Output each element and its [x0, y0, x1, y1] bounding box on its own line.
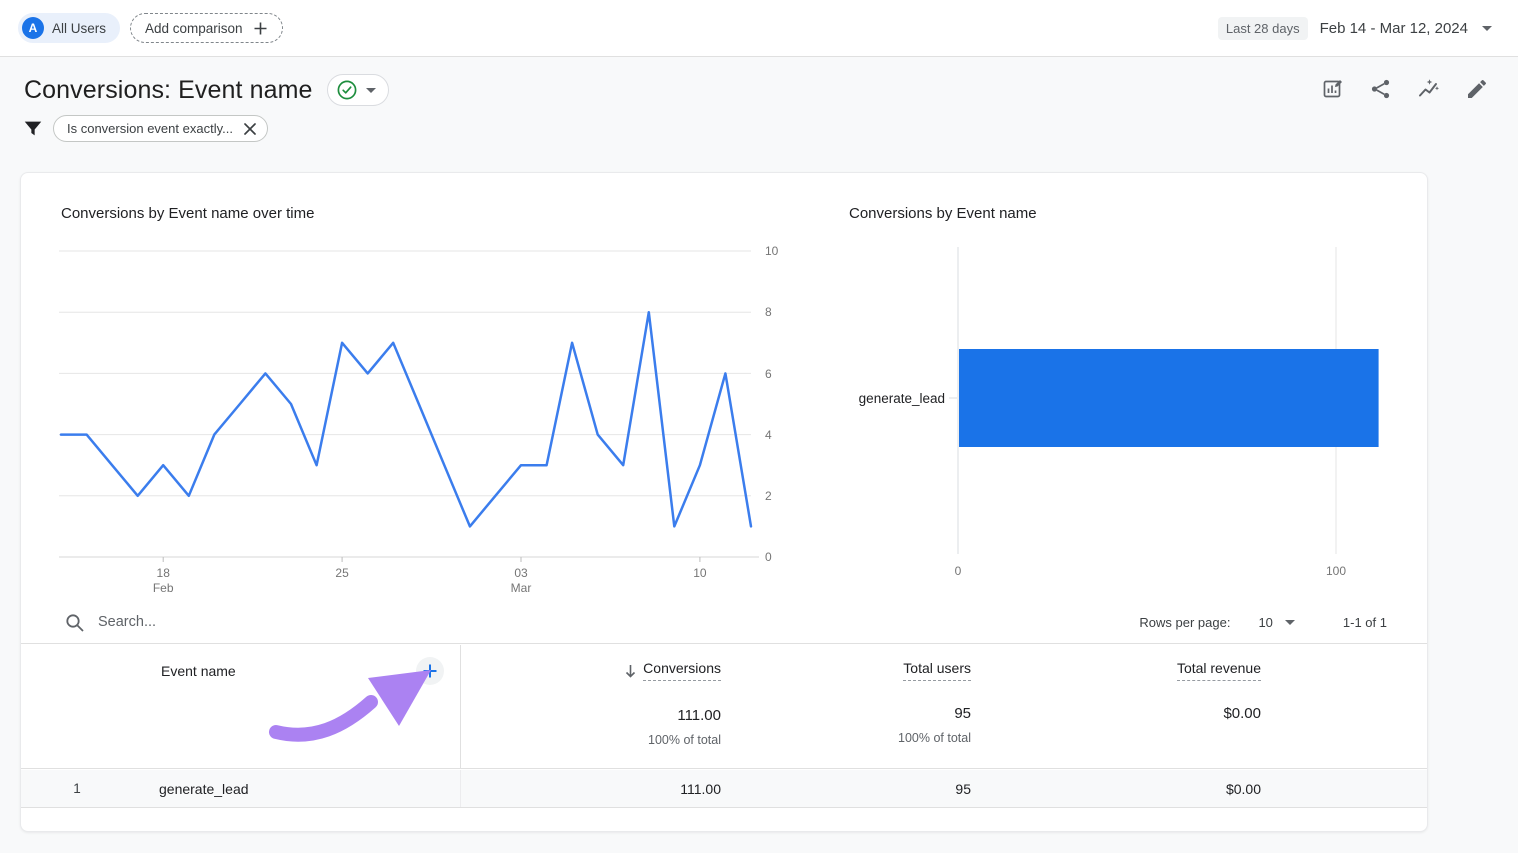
conversions-header-cell: Conversions 111.00 100% of total [461, 645, 721, 768]
x-tick: 25 [335, 557, 349, 580]
y-tick-label: 4 [765, 428, 772, 442]
y-tick-label: 6 [765, 367, 772, 381]
line-chart[interactable]: 10 8 6 4 2 0 18 Feb 25 03 Mar 10 [59, 239, 804, 595]
row-total-users: 95 [955, 781, 971, 797]
filter-chip-label: Is conversion event exactly... [67, 121, 233, 136]
total-users-value: 95 [721, 705, 971, 722]
filter-funnel-icon[interactable] [22, 118, 44, 140]
y-tick-label: 10 [765, 244, 779, 258]
chevron-down-icon [366, 88, 376, 93]
table-row: 1 generate_lead 111.00 95 $0.00 [21, 770, 1427, 808]
y-tick-label: 2 [765, 489, 772, 503]
svg-text:03: 03 [514, 566, 528, 580]
bar-chart-title: Conversions by Event name [849, 205, 1037, 222]
total-conversions-value: 111.00 [461, 707, 721, 724]
customize-report-icon[interactable] [1320, 76, 1346, 102]
total-revenue-value: $0.00 [971, 705, 1261, 722]
svg-text:25: 25 [335, 566, 349, 580]
row-event-name: generate_lead [159, 770, 249, 808]
all-users-label: All Users [52, 21, 106, 36]
y-tick-label: 8 [765, 305, 772, 319]
pagination-status: 1-1 of 1 [1343, 615, 1387, 630]
row-conversions: 111.00 [680, 781, 721, 797]
date-preset-badge: Last 28 days [1218, 17, 1308, 40]
sort-desc-icon [624, 664, 637, 678]
bar-x-tick-label: 0 [955, 564, 962, 578]
rows-per-page-label: Rows per page: [1139, 615, 1230, 630]
total-users-header-cell: Total users 95 100% of total [721, 645, 971, 768]
filter-chip[interactable]: Is conversion event exactly... [53, 115, 268, 142]
column-header-total-revenue[interactable]: Total revenue [1177, 660, 1261, 681]
insights-icon[interactable] [1416, 76, 1442, 102]
rows-per-page-select[interactable]: 10 [1258, 615, 1294, 630]
line-series[interactable] [61, 312, 751, 526]
date-range-selector[interactable]: Feb 14 - Mar 12, 2024 [1320, 20, 1492, 37]
add-comparison-label: Add comparison [145, 21, 243, 36]
total-conversions-pct: 100% of total [461, 733, 721, 747]
bar-x-tick-label: 100 [1326, 564, 1346, 578]
search-input[interactable] [98, 614, 518, 630]
edit-icon[interactable] [1464, 76, 1490, 102]
column-header-total-users[interactable]: Total users [903, 660, 971, 681]
svg-text:Feb: Feb [153, 581, 174, 595]
total-revenue-header-cell: Total revenue $0.00 [971, 645, 1261, 768]
annotation-arrow [21, 645, 461, 769]
plus-icon [422, 663, 438, 679]
chevron-down-icon [1482, 26, 1492, 31]
event-name-header-cell: Event name [21, 645, 461, 768]
conversion-status-dropdown[interactable] [327, 74, 389, 106]
add-column-button[interactable] [416, 657, 444, 685]
x-tick: 03 Mar [511, 557, 532, 595]
plus-icon [253, 21, 268, 36]
date-range-text: Feb 14 - Mar 12, 2024 [1320, 20, 1468, 37]
x-tick: 18 Feb [153, 557, 174, 595]
bar-chart[interactable]: generate_lead 0 100 [849, 239, 1409, 595]
x-tick: 10 [693, 557, 707, 580]
bar-category-label: generate_lead [859, 391, 945, 406]
verified-check-icon [336, 79, 358, 101]
total-users-pct: 100% of total [721, 731, 971, 745]
all-users-chip[interactable]: A All Users [18, 13, 120, 43]
report-card: Conversions by Event name over time Conv… [20, 172, 1428, 832]
share-icon[interactable] [1368, 76, 1394, 102]
add-comparison-button[interactable]: Add comparison [130, 13, 283, 43]
row-index: 1 [67, 770, 87, 808]
svg-text:10: 10 [693, 566, 707, 580]
svg-text:Mar: Mar [511, 581, 532, 595]
close-icon[interactable] [243, 122, 257, 136]
search-icon [65, 613, 84, 632]
column-header-event-name[interactable]: Event name [161, 663, 236, 679]
column-header-conversions[interactable]: Conversions [624, 660, 721, 681]
svg-text:18: 18 [157, 566, 171, 580]
chevron-down-icon [1285, 620, 1295, 625]
table-toolbar: Rows per page: 10 1-1 of 1 [21, 601, 1427, 644]
table-header: Event name Conversions 111.00 100% of to… [21, 645, 1427, 769]
avatar: A [22, 17, 44, 39]
top-bar: A All Users Add comparison Last 28 days … [0, 0, 1518, 57]
y-tick-label: 0 [765, 550, 772, 564]
row-total-revenue: $0.00 [1226, 781, 1261, 797]
bar-generate-lead[interactable] [959, 349, 1379, 447]
line-chart-title: Conversions by Event name over time [61, 205, 314, 222]
page-title: Conversions: Event name [24, 76, 313, 105]
